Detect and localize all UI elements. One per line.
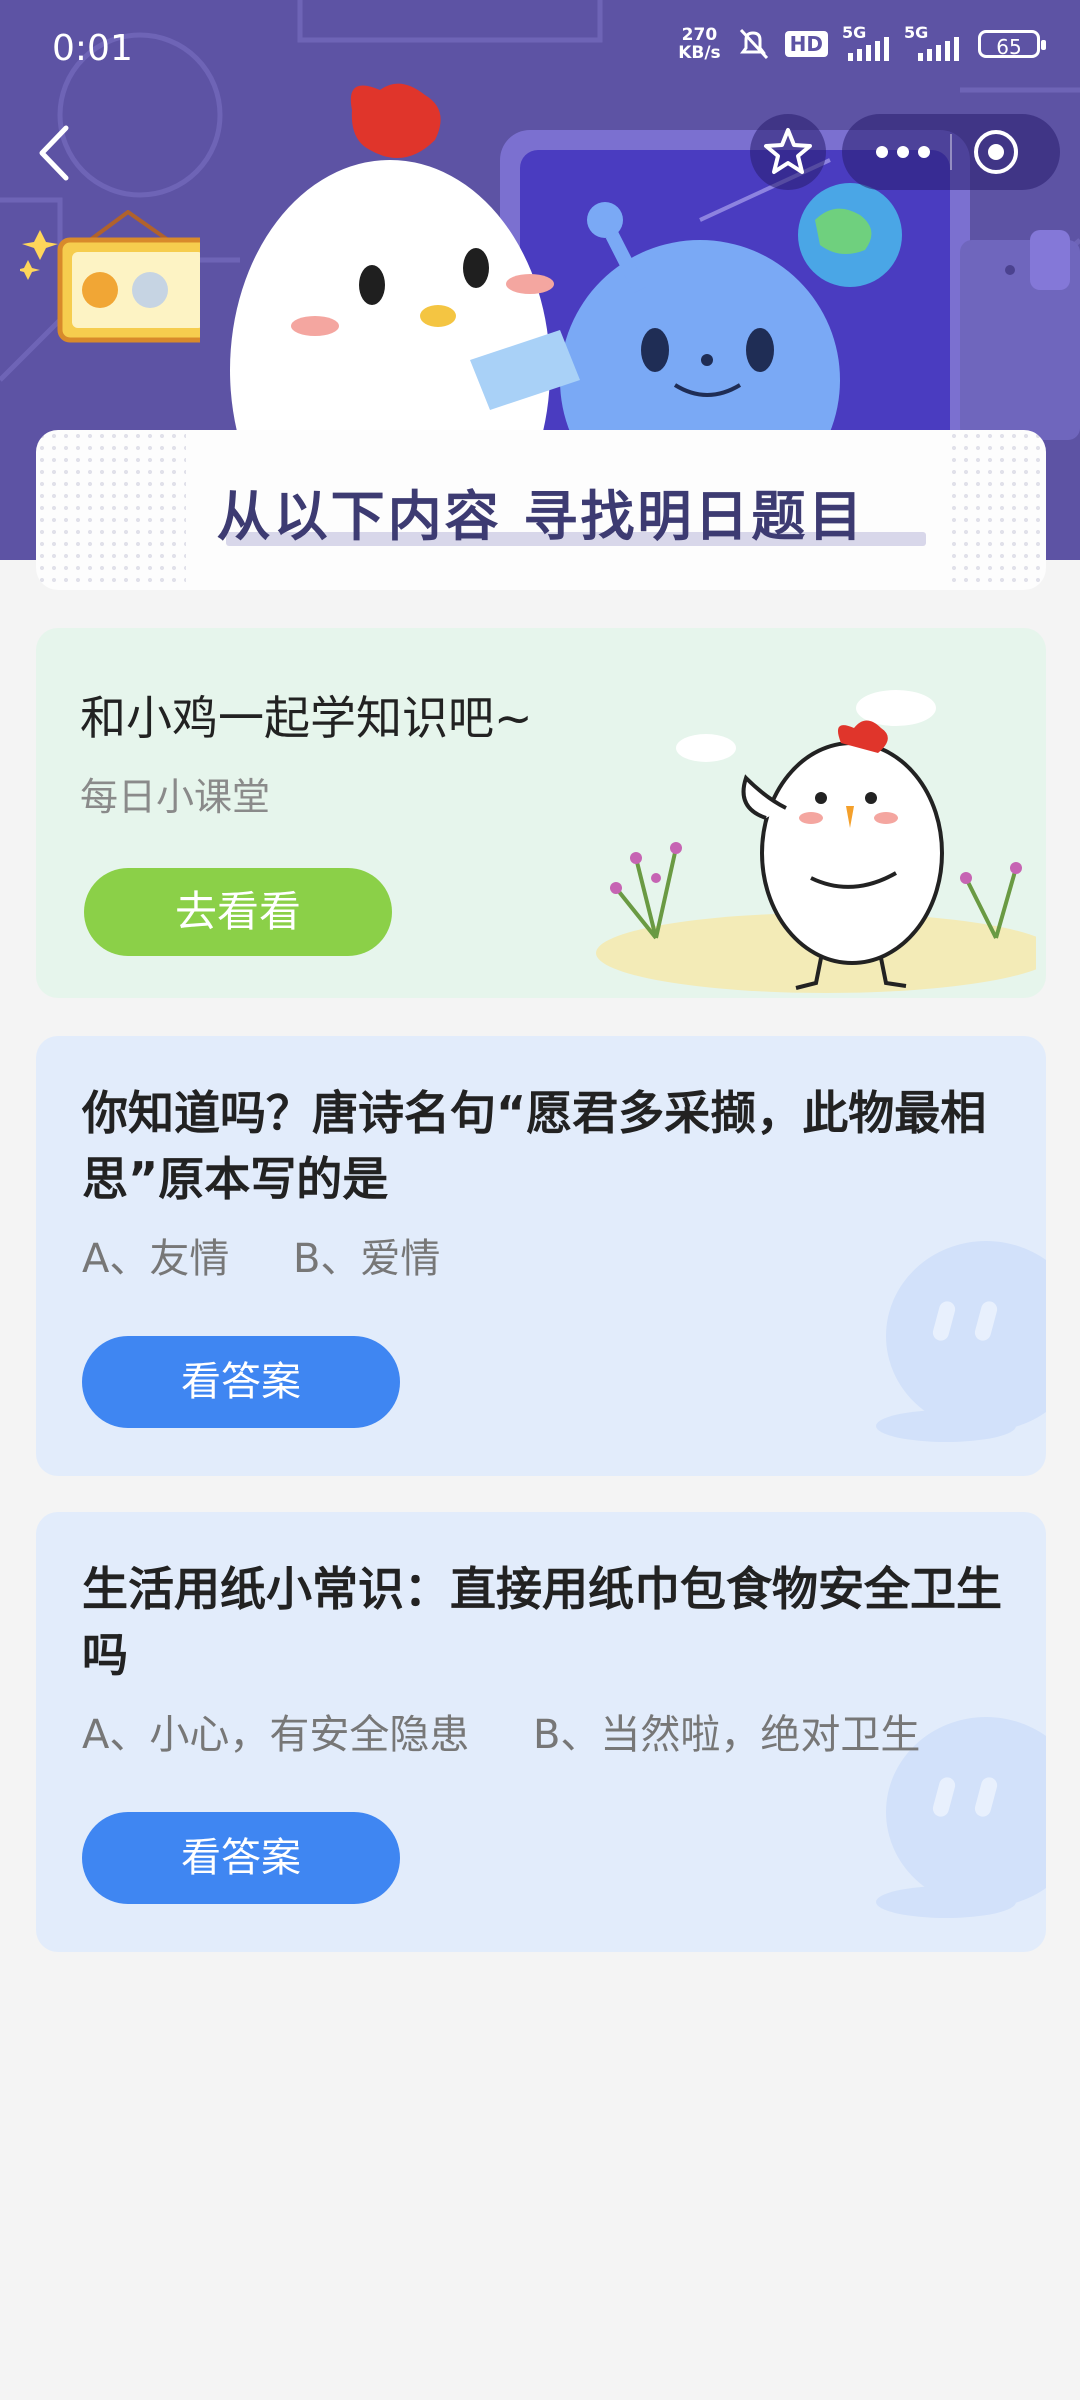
banner-title: 从以下内容 寻找明日题目 [216, 485, 866, 548]
status-time: 0:01 [52, 28, 133, 69]
view-answer-button[interactable]: 看答案 [82, 1812, 400, 1904]
question-card-1: 你知道吗？唐诗名句“愿君多采撷，此物最相思”原本写的是 A、友情 B、爱情 看答… [36, 1036, 1046, 1476]
net-speed: 270 KB/s [678, 26, 720, 62]
option-b: B、当然啦，绝对卫生 [532, 1712, 921, 1758]
lesson-title: 和小鸡一起学知识吧~ [80, 691, 533, 745]
bell-off-icon [739, 28, 768, 60]
target-circle-icon[interactable] [972, 128, 1020, 176]
go-see-button[interactable]: 去看看 [84, 868, 392, 956]
banner-title-card: 从以下内容 寻找明日题目 [36, 430, 1046, 590]
question-card-2: 生活用纸小常识：直接用纸巾包食物安全卫生吗 A、小心，有安全隐患 B、当然啦，绝… [36, 1512, 1046, 1952]
view-answer-button[interactable]: 看答案 [82, 1336, 400, 1428]
option-b: B、爱情 [292, 1236, 441, 1282]
daily-lesson-card[interactable]: 和小鸡一起学知识吧~ 每日小课堂 去看看 [36, 628, 1046, 998]
status-bar: 0:01 270 KB/s HD 5G 5G 65 [0, 0, 1080, 100]
option-a: A、友情 [82, 1236, 230, 1282]
signal-icon-2: 5G [904, 23, 964, 61]
net-speed-unit: KB/s [678, 43, 721, 63]
chicken-mascot-illustration [596, 690, 1036, 993]
lesson-subtitle: 每日小课堂 [80, 775, 271, 819]
question-text: 生活用纸小常识：直接用纸巾包食物安全卫生吗 [82, 1562, 1002, 1682]
mini-program-capsule [842, 114, 1060, 190]
chat-bubble-decoration-icon [876, 1241, 1046, 1442]
capsule-divider [950, 134, 952, 170]
question-text: 你知道吗？唐诗名句“愿君多采撷，此物最相思”原本写的是 [82, 1086, 987, 1206]
signal-icon-1: 5G [842, 23, 890, 61]
question-options: A、小心，有安全隐患 B、当然啦，绝对卫生 [82, 1702, 920, 1760]
favorite-button[interactable] [750, 114, 826, 190]
star-icon [764, 128, 812, 174]
chevron-left-icon[interactable] [28, 120, 84, 186]
more-dots-icon[interactable] [868, 134, 938, 170]
net-speed-value: 270 [681, 25, 718, 45]
medal-plaque-icon [20, 210, 200, 343]
question-options: A、友情 B、爱情 [82, 1226, 440, 1284]
hd-icon: HD [784, 31, 828, 57]
option-a: A、小心，有安全隐患 [82, 1712, 470, 1758]
battery-icon: 65 [978, 30, 1046, 59]
status-icons: 270 KB/s HD 5G 5G 65 [678, 23, 1046, 62]
